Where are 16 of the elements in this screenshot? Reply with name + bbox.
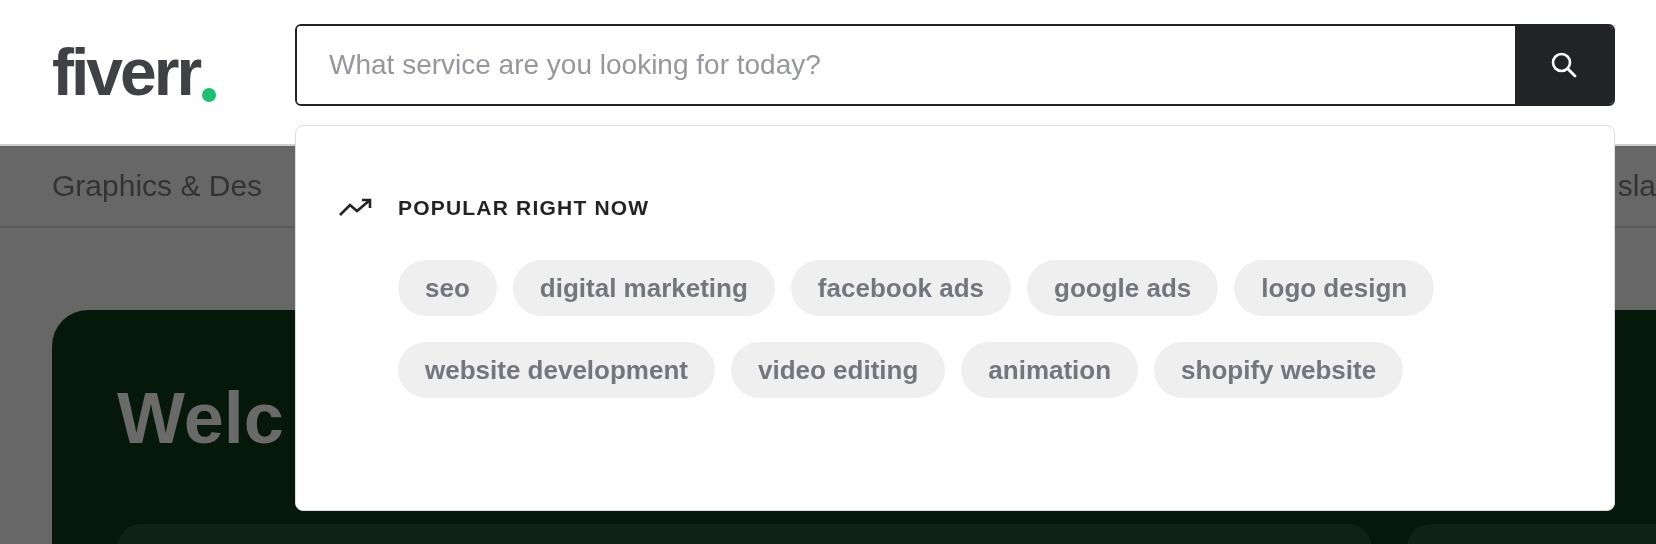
suggestion-chip[interactable]: shopify website: [1154, 342, 1404, 398]
logo-text[interactable]: fiverr: [52, 39, 200, 105]
dot-icon: [202, 88, 217, 102]
hero-title: Welc: [117, 382, 285, 454]
suggestion-chip[interactable]: digital marketing: [512, 260, 775, 316]
suggestion-chip[interactable]: video editing: [730, 342, 946, 398]
section-heading: POPULAR RIGHT NOW: [398, 196, 650, 220]
suggestion-chip[interactable]: google ads: [1027, 260, 1219, 316]
search-field[interactable]: What service are you looking for today?: [295, 24, 1615, 106]
suggestion-chip[interactable]: animation: [961, 342, 1139, 398]
suggestion-chip[interactable]: seo: [398, 260, 497, 316]
suggestion-chip[interactable]: website development: [398, 342, 715, 398]
suggestion-chip[interactable]: facebook ads: [790, 260, 1012, 316]
suggestion-chip[interactable]: logo design: [1234, 260, 1435, 316]
search-icon: [1549, 50, 1579, 80]
search-button[interactable]: [1515, 26, 1613, 104]
